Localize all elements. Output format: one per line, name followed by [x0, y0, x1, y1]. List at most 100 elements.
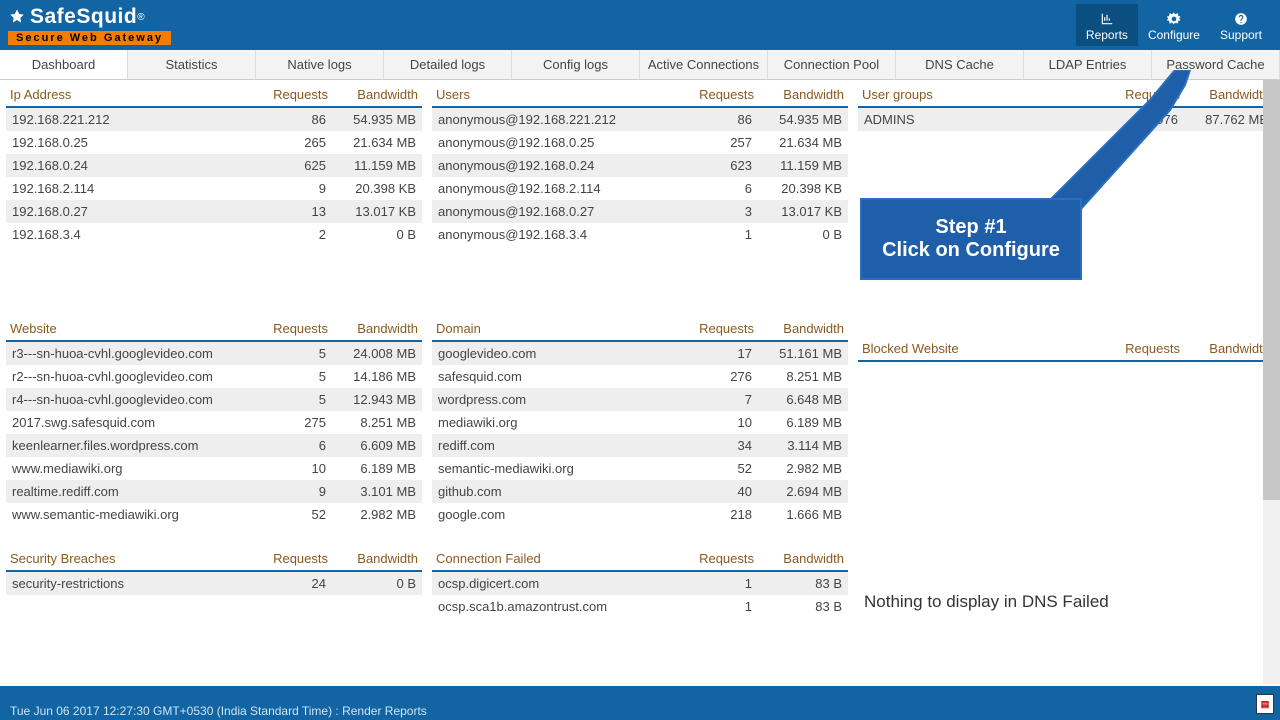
cell-bandwidth: 6.648 MB [752, 392, 842, 407]
cell-name: anonymous@192.168.0.25 [438, 135, 662, 150]
cell-name: semantic-mediawiki.org [438, 461, 662, 476]
tab-statistics[interactable]: Statistics [128, 50, 256, 79]
cell-name: github.com [438, 484, 662, 499]
scroll-thumb[interactable] [1263, 80, 1280, 500]
cell-requests: 623 [662, 158, 752, 173]
logo-icon [8, 8, 26, 26]
col-requests: Requests [238, 87, 328, 102]
cell-requests: 218 [662, 507, 752, 522]
cell-requests: 1 [662, 599, 752, 614]
cell-bandwidth: 1.666 MB [752, 507, 842, 522]
cell-name: realtime.rediff.com [12, 484, 236, 499]
table-row[interactable]: rediff.com343.114 MB [432, 434, 848, 457]
nav-reports[interactable]: Reports [1076, 4, 1138, 46]
table-row[interactable]: anonymous@192.168.0.2525721.634 MB [432, 131, 848, 154]
cell-requests: 86 [662, 112, 752, 127]
table-row[interactable]: r2---sn-huoa-cvhl.googlevideo.com514.186… [6, 365, 422, 388]
table-row[interactable]: mediawiki.org106.189 MB [432, 411, 848, 434]
tab-native-logs[interactable]: Native logs [256, 50, 384, 79]
table-row[interactable]: wordpress.com76.648 MB [432, 388, 848, 411]
table-row[interactable]: anonymous@192.168.0.27313.017 KB [432, 200, 848, 223]
logo: SafeSquid ® Secure Web Gateway [8, 5, 171, 45]
cell-requests: 52 [236, 507, 326, 522]
table-row[interactable]: anonymous@192.168.221.2128654.935 MB [432, 108, 848, 131]
cell-requests: 6 [236, 438, 326, 453]
nav-reports-label: Reports [1086, 28, 1128, 42]
panel-users: UsersRequestsBandwidth anonymous@192.168… [432, 84, 848, 246]
cell-bandwidth: 2.694 MB [752, 484, 842, 499]
table-row[interactable]: ADMINS97687.762 MB [858, 108, 1274, 131]
cell-name: rediff.com [438, 438, 662, 453]
table-row[interactable]: anonymous@192.168.2.114620.398 KB [432, 177, 848, 200]
scrollbar[interactable] [1263, 80, 1280, 684]
table-row[interactable]: anonymous@192.168.3.410 B [432, 223, 848, 246]
cell-requests: 34 [662, 438, 752, 453]
table-row[interactable]: r4---sn-huoa-cvhl.googlevideo.com512.943… [6, 388, 422, 411]
table-row[interactable]: ocsp.digicert.com183 B [432, 572, 848, 595]
table-row[interactable]: safesquid.com2768.251 MB [432, 365, 848, 388]
nav-configure[interactable]: Configure [1138, 4, 1210, 46]
cell-bandwidth: 24.008 MB [326, 346, 416, 361]
cell-name: r2---sn-huoa-cvhl.googlevideo.com [12, 369, 236, 384]
footer: Tue Jun 06 2017 12:27:30 GMT+0530 (India… [0, 686, 1280, 720]
table-row[interactable]: keenlearner.files.wordpress.com66.609 MB [6, 434, 422, 457]
table-row[interactable]: realtime.rediff.com93.101 MB [6, 480, 422, 503]
callout-line1: Step #1 [935, 216, 1006, 239]
table-row[interactable]: 192.168.0.2526521.634 MB [6, 131, 422, 154]
cell-requests: 257 [662, 135, 752, 150]
cell-bandwidth: 83 B [752, 576, 842, 591]
tab-ldap-entries[interactable]: LDAP Entries [1024, 50, 1152, 79]
table-row[interactable]: 192.168.3.420 B [6, 223, 422, 246]
table-row[interactable]: security-restrictions240 B [6, 572, 422, 595]
nav-configure-label: Configure [1148, 28, 1200, 42]
table-row[interactable]: googlevideo.com1751.161 MB [432, 342, 848, 365]
table-row[interactable]: www.semantic-mediawiki.org522.982 MB [6, 503, 422, 526]
pdf-icon[interactable]: ▤ [1256, 694, 1274, 714]
cell-requests: 9 [236, 181, 326, 196]
cell-name: mediawiki.org [438, 415, 662, 430]
tab-dashboard[interactable]: Dashboard [0, 50, 128, 79]
tab-detailed-logs[interactable]: Detailed logs [384, 50, 512, 79]
table-row[interactable]: 192.168.0.271313.017 KB [6, 200, 422, 223]
cell-bandwidth: 54.935 MB [326, 112, 416, 127]
cell-requests: 625 [236, 158, 326, 173]
col-cfail: Connection Failed [436, 551, 664, 566]
table-row[interactable]: github.com402.694 MB [432, 480, 848, 503]
cell-bandwidth: 0 B [326, 576, 416, 591]
cell-bandwidth: 3.114 MB [752, 438, 842, 453]
tab-config-logs[interactable]: Config logs [512, 50, 640, 79]
cell-bandwidth: 51.161 MB [752, 346, 842, 361]
table-row[interactable]: 192.168.221.2128654.935 MB [6, 108, 422, 131]
logo-reg: ® [137, 12, 144, 23]
cell-requests: 976 [1088, 112, 1178, 127]
table-row[interactable]: r3---sn-huoa-cvhl.googlevideo.com524.008… [6, 342, 422, 365]
col-bandwidth: Bandwidth [328, 87, 418, 102]
tab-dns-cache[interactable]: DNS Cache [896, 50, 1024, 79]
cell-bandwidth: 8.251 MB [326, 415, 416, 430]
table-row[interactable]: 2017.swg.safesquid.com2758.251 MB [6, 411, 422, 434]
table-row[interactable]: 192.168.0.2462511.159 MB [6, 154, 422, 177]
cell-bandwidth: 0 B [326, 227, 416, 242]
table-row[interactable]: google.com2181.666 MB [432, 503, 848, 526]
col-domain: Domain [436, 321, 664, 336]
cell-name: anonymous@192.168.3.4 [438, 227, 662, 242]
footer-status: Tue Jun 06 2017 12:27:30 GMT+0530 (India… [10, 704, 427, 718]
table-row[interactable]: www.mediawiki.org106.189 MB [6, 457, 422, 480]
cell-bandwidth: 20.398 KB [752, 181, 842, 196]
cell-name: anonymous@192.168.0.27 [438, 204, 662, 219]
tab-active-connections[interactable]: Active Connections [640, 50, 768, 79]
table-row[interactable]: 192.168.2.114920.398 KB [6, 177, 422, 200]
col-blocked: Blocked Website [862, 341, 1090, 356]
nav-support[interactable]: Support [1210, 4, 1272, 46]
cell-requests: 17 [662, 346, 752, 361]
cell-requests: 9 [236, 484, 326, 499]
tab-password-cache[interactable]: Password Cache [1152, 50, 1280, 79]
tab-connection-pool[interactable]: Connection Pool [768, 50, 896, 79]
cell-requests: 5 [236, 392, 326, 407]
panel-cfail: Connection FailedRequestsBandwidth ocsp.… [432, 548, 848, 618]
table-row[interactable]: ocsp.sca1b.amazontrust.com183 B [432, 595, 848, 618]
table-row[interactable]: semantic-mediawiki.org522.982 MB [432, 457, 848, 480]
table-row[interactable]: anonymous@192.168.0.2462311.159 MB [432, 154, 848, 177]
cell-name: r3---sn-huoa-cvhl.googlevideo.com [12, 346, 236, 361]
callout-line2: Click on Configure [882, 239, 1060, 262]
